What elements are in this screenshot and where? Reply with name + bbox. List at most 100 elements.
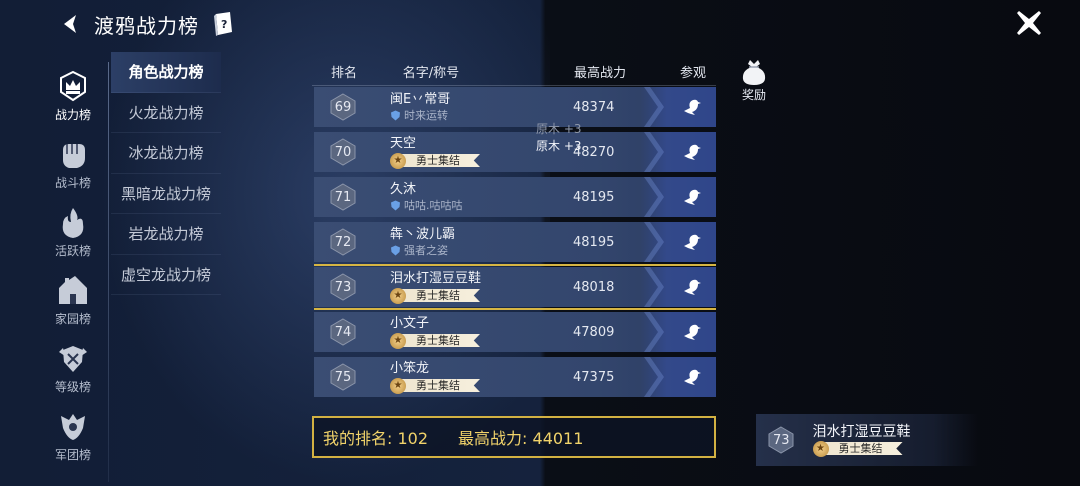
rank-number: 75 — [334, 369, 352, 385]
chevron-decoration-icon — [644, 357, 664, 397]
player-power: 48195 — [573, 189, 615, 205]
legion-icon — [61, 413, 85, 440]
visit-button[interactable] — [640, 132, 716, 172]
title-banner: ★ 勇士集结 — [812, 440, 978, 457]
player-name: 小笨龙 — [390, 360, 430, 376]
chevron-decoration-icon — [644, 177, 664, 217]
help-book-button[interactable]: ? — [213, 11, 235, 37]
player-name: 闽E丷常哥 — [390, 91, 451, 107]
player-power: 47809 — [573, 324, 615, 340]
player-name: 泪水打湿豆豆鞋 — [390, 270, 482, 286]
sub-tab-character-power[interactable]: 角色战力榜 — [111, 52, 221, 93]
ranking-type-nav: 角色战力榜 火龙战力榜 冰龙战力榜 黑暗龙战力榜 岩龙战力榜 虚空龙战力榜 — [111, 52, 221, 295]
house-icon — [59, 275, 87, 304]
name-column: 小文子 ★ 勇士集结 — [390, 316, 580, 349]
table-row[interactable]: 72 犇丶波儿霸 强者之姿 48195 — [314, 222, 716, 262]
nav-label: 战斗榜 — [54, 175, 91, 190]
back-arrow-icon — [64, 15, 76, 33]
header-visit: 参观 — [679, 66, 706, 81]
table-row[interactable]: 74 小文子 ★ 勇士集结 47809 — [314, 312, 716, 352]
nav-label: 家园榜 — [54, 311, 91, 326]
player-title: 强者之姿 — [404, 243, 448, 257]
player-name: 久沐 — [390, 181, 417, 197]
star-badge-icon: ★ — [390, 287, 406, 304]
player-title: 勇士集结 — [402, 334, 480, 347]
nav-item-activity[interactable]: 活跃榜 — [38, 198, 108, 266]
nav-item-level[interactable]: 等级榜 — [38, 334, 108, 402]
floating-reward-tip: 原木 +3 原木 +3 — [536, 121, 582, 155]
rank-number: 69 — [334, 99, 352, 115]
reward-button[interactable]: 奖励 — [737, 56, 771, 103]
visit-button[interactable] — [640, 87, 716, 127]
table-row[interactable]: 69 闽E丷常哥 时来运转 48374 — [314, 87, 716, 127]
sub-tab-dark-dragon[interactable]: 黑暗龙战力榜 — [111, 174, 221, 214]
back-button[interactable] — [56, 9, 86, 39]
star-badge-icon: ★ — [390, 152, 406, 169]
category-nav: 战力榜 战斗榜 活跃榜 家园榜 等级榜 军团榜 — [38, 62, 108, 470]
sub-tab-rock-dragon[interactable]: 岩龙战力榜 — [111, 214, 221, 255]
reward-label: 奖励 — [741, 88, 766, 102]
raven-icon — [684, 369, 701, 385]
title-line: 咕咕.咕咕咕 — [390, 198, 580, 213]
visit-button[interactable] — [640, 222, 716, 262]
nav-item-battle[interactable]: 战斗榜 — [38, 130, 108, 198]
player-power: 48195 — [573, 234, 615, 250]
visit-button[interactable] — [640, 357, 716, 397]
svg-text:?: ? — [221, 18, 227, 31]
name-column: 久沐 咕咕.咕咕咕 — [390, 182, 580, 213]
nav-label: 战力榜 — [54, 107, 91, 122]
visit-button[interactable] — [640, 267, 716, 307]
rank-badge: 74 — [314, 318, 372, 346]
title-emblem-icon — [391, 245, 400, 255]
table-row[interactable]: 71 久沐 咕咕.咕咕咕 48195 — [314, 177, 716, 217]
table-row[interactable]: 70 天空 ★ 勇士集结 48270 — [314, 132, 716, 172]
visit-button[interactable] — [640, 312, 716, 352]
visit-button[interactable] — [640, 177, 716, 217]
sub-tab-void-dragon[interactable]: 虚空龙战力榜 — [111, 255, 221, 295]
title-banner: ★ 勇士集结 — [390, 377, 580, 394]
chevron-decoration-icon — [644, 87, 664, 127]
player-title: 勇士集结 — [402, 154, 480, 167]
raven-icon — [684, 279, 701, 295]
sub-tab-ice-dragon[interactable]: 冰龙战力榜 — [111, 133, 221, 174]
tip-line: 原木 +3 — [536, 122, 582, 136]
name-column: 闽E丷常哥 时来运转 — [390, 92, 580, 123]
title-banner: ★ 勇士集结 — [390, 287, 580, 304]
star-badge-icon: ★ — [390, 332, 406, 349]
table-row[interactable]: 75 小笨龙 ★ 勇士集结 47375 — [314, 357, 716, 397]
nav-label: 等级榜 — [54, 379, 91, 394]
my-rank-text: 我的排名: 102 — [323, 429, 429, 448]
help-book-icon: ? — [214, 12, 232, 36]
rank-number: 73 — [334, 279, 352, 295]
header-power: 最高战力 — [573, 66, 626, 81]
nav-item-home[interactable]: 家园榜 — [38, 266, 108, 334]
player-title: 咕咕.咕咕咕 — [404, 198, 463, 212]
raven-icon — [684, 189, 701, 205]
nav-item-power[interactable]: 战力榜 — [38, 62, 108, 130]
ranking-list[interactable]: 69 闽E丷常哥 时来运转 48374 70 天空 ★ 勇士集结 48270 7… — [314, 87, 716, 405]
name-column: 小笨龙 ★ 勇士集结 — [390, 361, 580, 394]
close-button[interactable] — [1014, 8, 1044, 38]
rank-badge: 70 — [314, 138, 372, 166]
player-title: 勇士集结 — [402, 379, 480, 392]
title-banner: ★ 勇士集结 — [390, 332, 580, 349]
rank-badge: 75 — [314, 363, 372, 391]
nav-label: 活跃榜 — [54, 243, 91, 258]
table-row-self[interactable]: 73 泪水打湿豆豆鞋 ★ 勇士集结 48018 — [314, 264, 716, 310]
player-power: 48018 — [573, 279, 615, 295]
nav-item-legion[interactable]: 军团榜 — [38, 402, 108, 470]
title-line: 强者之姿 — [390, 243, 580, 258]
star-badge-icon: ★ — [812, 440, 829, 457]
top-bar: 渡鸦战力榜 ? — [56, 6, 235, 42]
player-name: 小文子 — [390, 315, 430, 331]
chevron-decoration-icon — [644, 312, 664, 352]
sub-tab-fire-dragon[interactable]: 火龙战力榜 — [111, 93, 221, 133]
rank-badge: 72 — [314, 228, 372, 256]
player-power: 47375 — [573, 369, 615, 385]
player-title: 勇士集结 — [402, 289, 480, 302]
rank-badge: 69 — [314, 93, 372, 121]
crown-badge-icon — [60, 70, 86, 101]
player-name: 犇丶波儿霸 — [390, 226, 456, 242]
rank-badge: 73 — [756, 426, 807, 454]
chevron-decoration-icon — [644, 267, 664, 307]
